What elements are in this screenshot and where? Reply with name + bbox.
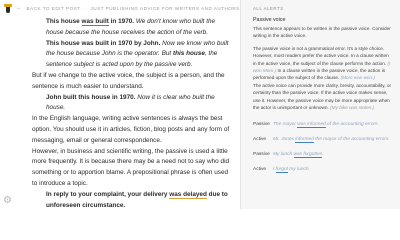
paragraph-4: John built this house in 1970. Now it is…: [46, 93, 215, 112]
paragraph-5: In the English language, writing active …: [32, 115, 230, 144]
editor-content[interactable]: This house was built in 1970. We don't k…: [32, 17, 232, 211]
passive-highlight[interactable]: was built: [81, 18, 109, 26]
example-row: Passive My lunch was forgotten.: [253, 152, 324, 159]
paragraph-3: But if we change to the active voice, th…: [32, 71, 225, 90]
passive-highlight[interactable]: was delayed: [169, 190, 207, 199]
paragraph-2: This house was built in 1970 by John. No…: [46, 39, 229, 69]
settings-gear-icon[interactable]: ⚙: [3, 196, 13, 206]
alert-explanation-2: The active voice can provide more clarit…: [253, 82, 392, 111]
all-alerts-label[interactable]: ALL ALERTS: [253, 4, 393, 14]
site-title: JUST PUBLISHING ADVICE FOR WRITERS AND A…: [90, 5, 240, 11]
alerts-panel: ALL ALERTS Passive voice This sentence a…: [241, 0, 400, 209]
alert-card-passive-voice[interactable]: Passive voice This sentence appears to b…: [253, 16, 393, 174]
paragraph-7: In reply to your complaint, your deliver…: [46, 190, 228, 209]
example-row: Active Mr. Jones informed the mayor of t…: [253, 137, 390, 144]
alert-explanation-1: The passive voice is not a grammatical e…: [253, 45, 391, 81]
paragraph-1: This house was built in 1970. We don't k…: [46, 18, 216, 36]
example-row: Active I forgot my lunch.: [253, 167, 310, 174]
back-label: BACK TO EDIT POST: [26, 5, 81, 11]
app-logo-icon[interactable]: [4, 4, 12, 13]
alert-summary: This sentence appears to be written in t…: [253, 26, 391, 39]
separator: ·: [84, 5, 87, 11]
alert-title: Passive voice: [253, 17, 286, 23]
back-to-edit-link[interactable]: ← BACK TO EDIT POST · JUST PUBLISHING AD…: [16, 5, 240, 11]
paragraph-6: However, in business and scientific writ…: [32, 147, 230, 187]
left-rail: ⚙: [0, 0, 16, 209]
example-row: Passive The mayor was informed of the ac…: [253, 122, 379, 129]
arrow-left-icon: ←: [16, 5, 23, 11]
top-bar: ← BACK TO EDIT POST · JUST PUBLISHING AD…: [16, 0, 240, 16]
